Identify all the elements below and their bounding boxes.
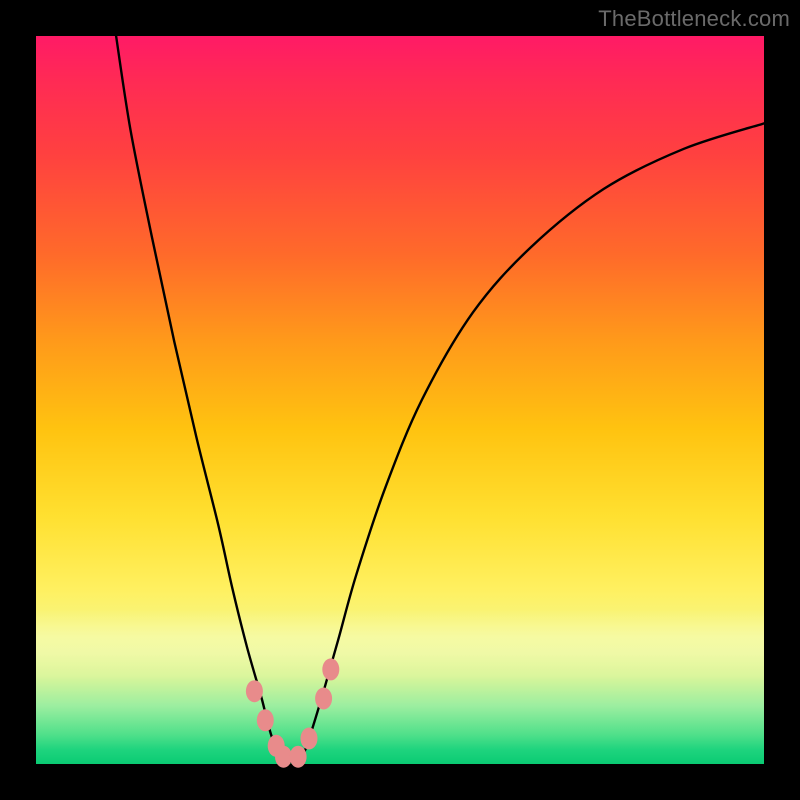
plot-area: [36, 36, 764, 764]
watermark-text: TheBottleneck.com: [598, 6, 790, 32]
chart-frame: TheBottleneck.com: [0, 0, 800, 800]
